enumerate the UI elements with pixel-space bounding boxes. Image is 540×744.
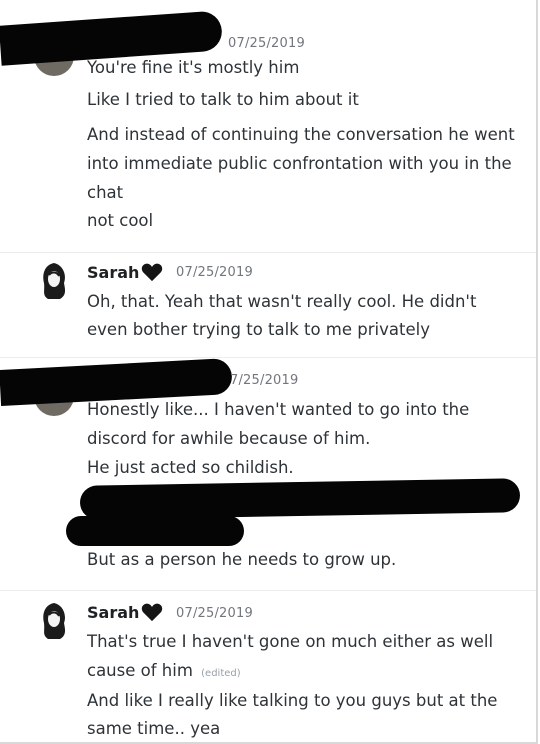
redacted-message xyxy=(66,516,244,546)
redacted-message xyxy=(79,478,521,520)
message-timestamp: 07/25/2019 xyxy=(176,606,253,621)
message-text: Like I tried to talk to him about it xyxy=(87,90,359,109)
message-text: You're fine it's mostly him xyxy=(87,58,300,77)
message-text: He just acted so childish. xyxy=(87,458,294,477)
black-heart-icon xyxy=(142,263,163,282)
message-group-3: 7/25/2019 Honestly like... I haven't wan… xyxy=(0,357,540,580)
message-text: not cool xyxy=(87,211,154,230)
message-group-1: 07/25/2019 You're fine it's mostly him L… xyxy=(0,0,540,250)
username-text: Sarah xyxy=(87,262,140,282)
message-divider xyxy=(0,357,536,358)
black-heart-icon xyxy=(142,603,163,622)
username[interactable]: Sarah xyxy=(87,262,163,282)
message-timestamp: 7/25/2019 xyxy=(230,373,299,388)
message-text-content: That's true I haven't gone on much eithe… xyxy=(87,632,494,680)
message-divider xyxy=(0,590,536,591)
message-text: Honestly like... I haven't wanted to go … xyxy=(87,400,470,448)
message-group-2: Sarah 07/25/2019 Oh, that. Yeah that was… xyxy=(0,255,540,355)
avatar-illustration-icon xyxy=(43,263,66,299)
username-text: Sarah xyxy=(87,602,140,622)
message-text: But as a person he needs to grow up. xyxy=(87,550,397,569)
message-text: And instead of continuing the conversati… xyxy=(87,125,515,202)
avatar[interactable] xyxy=(34,261,74,301)
avatar[interactable] xyxy=(34,601,74,641)
message-group-4: Sarah 07/25/2019 That's true I haven't g… xyxy=(0,593,540,743)
message-timestamp: 07/25/2019 xyxy=(228,36,305,51)
message-timestamp: 07/25/2019 xyxy=(176,265,253,280)
message-divider xyxy=(0,252,536,253)
avatar-illustration-icon xyxy=(43,603,66,639)
message-text: That's true I haven't gone on much eithe… xyxy=(87,627,522,688)
message-text: And like I really like talking to you gu… xyxy=(87,691,498,738)
edited-label: (edited) xyxy=(201,668,241,679)
message-text: Oh, that. Yeah that wasn't really cool. … xyxy=(87,292,477,339)
username[interactable]: Sarah xyxy=(87,602,163,622)
